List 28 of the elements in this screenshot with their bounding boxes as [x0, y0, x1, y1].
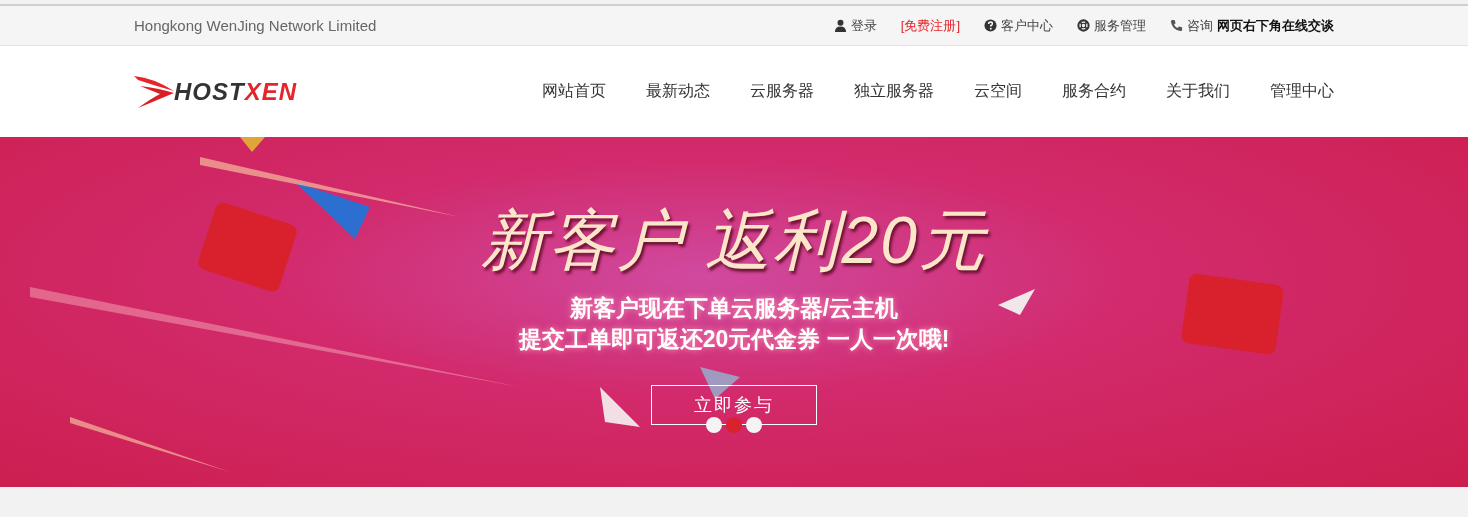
top-link[interactable]: 咨询 [1187, 16, 1213, 35]
lifebuoy-icon [1077, 19, 1090, 32]
slider-dot[interactable] [726, 417, 742, 434]
top-link[interactable]: 服务管理 [1094, 16, 1146, 35]
nav-link[interactable]: 服务合约 [1062, 81, 1126, 102]
slider-dot[interactable] [706, 417, 722, 434]
top-link[interactable]: 客户中心 [1001, 16, 1053, 35]
banner-subtitle: 提交工单即可返还20元代金券 一人一次哦! [518, 325, 950, 355]
contact-hint: 网页右下角在线交谈 [1217, 16, 1334, 35]
nav-link[interactable]: 独立服务器 [854, 81, 934, 102]
help-icon [984, 19, 997, 32]
top-link[interactable]: 登录 [850, 16, 877, 35]
nav-link[interactable]: 管理中心 [1270, 81, 1334, 102]
logo-text-accent: XEN [244, 77, 298, 106]
nav-link[interactable]: 云空间 [974, 81, 1022, 102]
nav-link[interactable]: 网站首页 [542, 81, 606, 102]
banner-subtitle: 新客户现在下单云服务器/云主机 [569, 294, 899, 323]
banner-headline: 新客户 返利20元 [481, 207, 987, 273]
nav-link[interactable]: 最新动态 [646, 81, 710, 102]
logo[interactable]: HOSTXEN [134, 73, 298, 110]
phone-icon [1170, 19, 1183, 32]
logo-text: HOST [174, 77, 245, 106]
user-icon [833, 19, 847, 32]
nav-link[interactable]: 云服务器 [750, 81, 814, 102]
nav-link[interactable]: 关于我们 [1166, 81, 1230, 102]
company-name: Hongkong WenJing Network Limited [134, 17, 377, 34]
register-link[interactable]: [免费注册] [900, 16, 960, 35]
slider-dot[interactable] [746, 417, 762, 434]
